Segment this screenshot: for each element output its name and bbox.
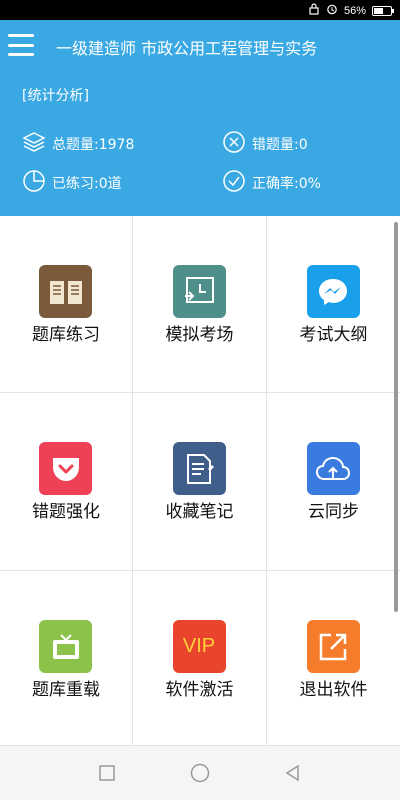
page-title: 一级建造师 市政公用工程管理与实务 [56, 39, 318, 58]
vip-text: VIP [182, 635, 216, 657]
battery-percent: 56% [343, 4, 366, 17]
note-icon [172, 442, 226, 495]
battery-icon [372, 5, 394, 16]
home-icon[interactable] [190, 763, 210, 783]
stat-accuracy-text: 正确率:0% [252, 176, 321, 192]
clock-arrow-icon [172, 265, 226, 318]
menu-button[interactable] [8, 34, 34, 56]
tile-question-bank-practice[interactable]: 题库练习 [0, 216, 133, 393]
pie-icon [22, 169, 46, 197]
vip-icon: VIP [172, 620, 226, 673]
close-circle-icon [222, 130, 246, 158]
tile-exam-syllabus[interactable]: 考试大纲 [267, 216, 400, 393]
tile-label: 考试大纲 [299, 325, 368, 345]
check-circle-icon [222, 169, 246, 197]
tile-activate-software[interactable]: VIP 软件激活 [133, 571, 267, 746]
recent-apps-icon[interactable] [97, 763, 117, 783]
tile-wrong-answers[interactable]: 错题强化 [0, 393, 133, 571]
cloud-upload-icon [306, 442, 360, 495]
tile-label: 云同步 [308, 502, 359, 522]
tile-label: 题库重载 [32, 680, 100, 700]
header: 一级建造师 市政公用工程管理与实务 [统计分析] 总题量:1978 错题量:0 … [0, 20, 400, 216]
tile-exit-software[interactable]: 退出软件 [267, 571, 400, 746]
stat-practiced-text: 已练习:0道 [52, 176, 122, 192]
stat-accuracy: 正确率:0% [222, 169, 321, 197]
stat-wrong: 错题量:0 [222, 130, 308, 158]
tile-reload-bank[interactable]: 题库重载 [0, 571, 133, 746]
stat-total-text: 总题量:1978 [52, 137, 135, 153]
status-icons: 56% [308, 3, 394, 18]
tile-label: 收藏笔记 [165, 502, 234, 522]
book-icon [39, 265, 92, 318]
status-bar: 56% [0, 0, 400, 20]
scrollbar[interactable] [394, 222, 398, 612]
exit-icon [306, 620, 360, 673]
lock-icon [308, 3, 320, 18]
alarm-icon [326, 3, 338, 18]
pocket-icon [39, 442, 92, 495]
tile-mock-exam[interactable]: 模拟考场 [133, 216, 267, 393]
tile-label: 退出软件 [299, 680, 368, 700]
tv-icon [39, 620, 92, 673]
back-icon[interactable] [283, 763, 303, 783]
stat-wrong-text: 错题量:0 [252, 137, 308, 153]
feature-grid: 题库练习 模拟考场 考试大纲 错题强化 收藏笔记 云同步 题库重载 VIP 软件… [0, 216, 400, 746]
layers-icon [22, 130, 46, 158]
system-navbar [0, 746, 400, 800]
tile-favorite-notes[interactable]: 收藏笔记 [133, 393, 267, 571]
section-label: [统计分析] [22, 88, 89, 104]
messenger-icon [306, 265, 360, 318]
tile-label: 题库练习 [32, 325, 100, 345]
tile-label: 软件激活 [165, 680, 234, 700]
stat-practiced: 已练习:0道 [22, 169, 122, 197]
stat-total: 总题量:1978 [22, 130, 134, 158]
tile-label: 模拟考场 [165, 325, 234, 345]
tile-label: 错题强化 [32, 502, 100, 522]
tile-cloud-sync[interactable]: 云同步 [267, 393, 400, 571]
